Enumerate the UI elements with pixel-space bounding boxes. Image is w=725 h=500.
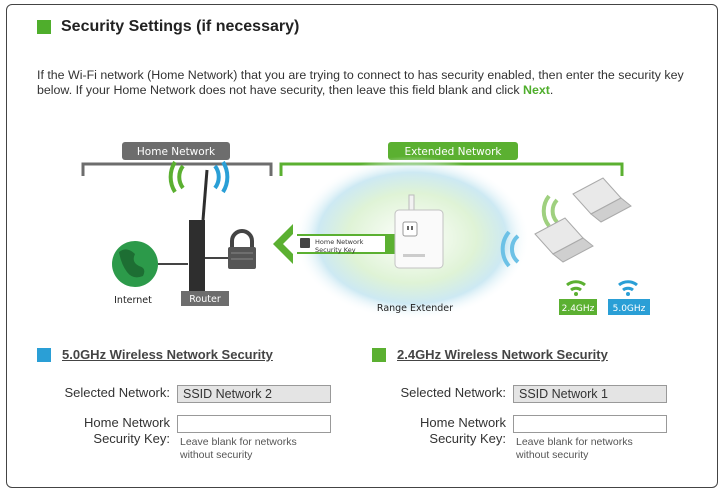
band-5ghz-marker-icon — [37, 347, 51, 362]
intro-text: If the Wi-Fi network (Home Network) that… — [37, 68, 697, 98]
padlock-icon — [228, 229, 256, 269]
security-key-label-5ghz-line2: Security Key: — [93, 431, 170, 446]
security-key-hint-24ghz-line1: Leave blank for networks — [516, 436, 633, 448]
security-key-input-24ghz[interactable] — [513, 415, 667, 433]
selected-network-label-5ghz: Selected Network: — [64, 385, 171, 400]
range-extender-label: Range Extender — [377, 303, 453, 314]
wifi-icon — [618, 280, 638, 296]
selected-network-field-24ghz[interactable] — [513, 385, 667, 403]
laptop-icon — [572, 177, 632, 223]
selected-network-label-24ghz: Selected Network: — [400, 385, 507, 400]
internet-label: Internet — [114, 295, 152, 306]
section-marker-icon — [37, 20, 51, 34]
selected-network-field-5ghz[interactable] — [177, 385, 331, 403]
intro-text-body: If the Wi-Fi network (Home Network) that… — [37, 68, 684, 97]
laptop-icon — [534, 217, 594, 263]
arrow-label-line1: Home Network — [315, 238, 364, 246]
section-header: Security Settings (if necessary) — [37, 18, 299, 36]
router-label: Router — [189, 294, 221, 305]
security-key-label-24ghz-line1: Home Network — [420, 415, 506, 430]
band-50ghz-label: 5.0GHz — [613, 304, 646, 314]
wifi-icon — [566, 280, 586, 296]
security-key-hint-5ghz: Leave blank for networks without securit… — [180, 436, 297, 462]
security-key-hint-5ghz-line1: Leave blank for networks — [180, 436, 297, 448]
arrow-label-line2: Security Key — [315, 246, 356, 254]
security-key-hint-5ghz-line2: without security — [180, 449, 253, 461]
band-24ghz-marker-icon — [372, 347, 386, 362]
security-key-hint-24ghz-line2: without security — [516, 449, 589, 461]
home-network-bracket: Home Network — [81, 142, 273, 176]
next-keyword: Next — [523, 83, 550, 97]
security-key-input-5ghz[interactable] — [177, 415, 331, 433]
security-key-hint-24ghz: Leave blank for networks without securit… — [516, 436, 633, 462]
security-key-label-5ghz-line1: Home Network — [84, 415, 170, 430]
home-network-label: Home Network — [137, 146, 216, 158]
network-diagram: Home Network Extended Network Internet R… — [81, 142, 650, 320]
band-5ghz-header: 5.0GHz Wireless Network Security — [37, 347, 273, 362]
internet-globe-icon — [112, 241, 188, 287]
band-5ghz-title: 5.0GHz Wireless Network Security — [62, 347, 273, 362]
intro-text-end: . — [549, 83, 554, 97]
band-24ghz-header: 2.4GHz Wireless Network Security — [372, 347, 608, 362]
band-24ghz-label: 2.4GHz — [562, 304, 595, 314]
router-icon — [168, 160, 230, 292]
band-24ghz-title: 2.4GHz Wireless Network Security — [397, 347, 608, 362]
security-key-label-24ghz: Home Network Security Key: — [376, 415, 506, 447]
page-title: Security Settings (if necessary) — [61, 18, 300, 35]
security-key-label-24ghz-line2: Security Key: — [429, 431, 506, 446]
security-key-label-5ghz: Home Network Security Key: — [40, 415, 170, 447]
